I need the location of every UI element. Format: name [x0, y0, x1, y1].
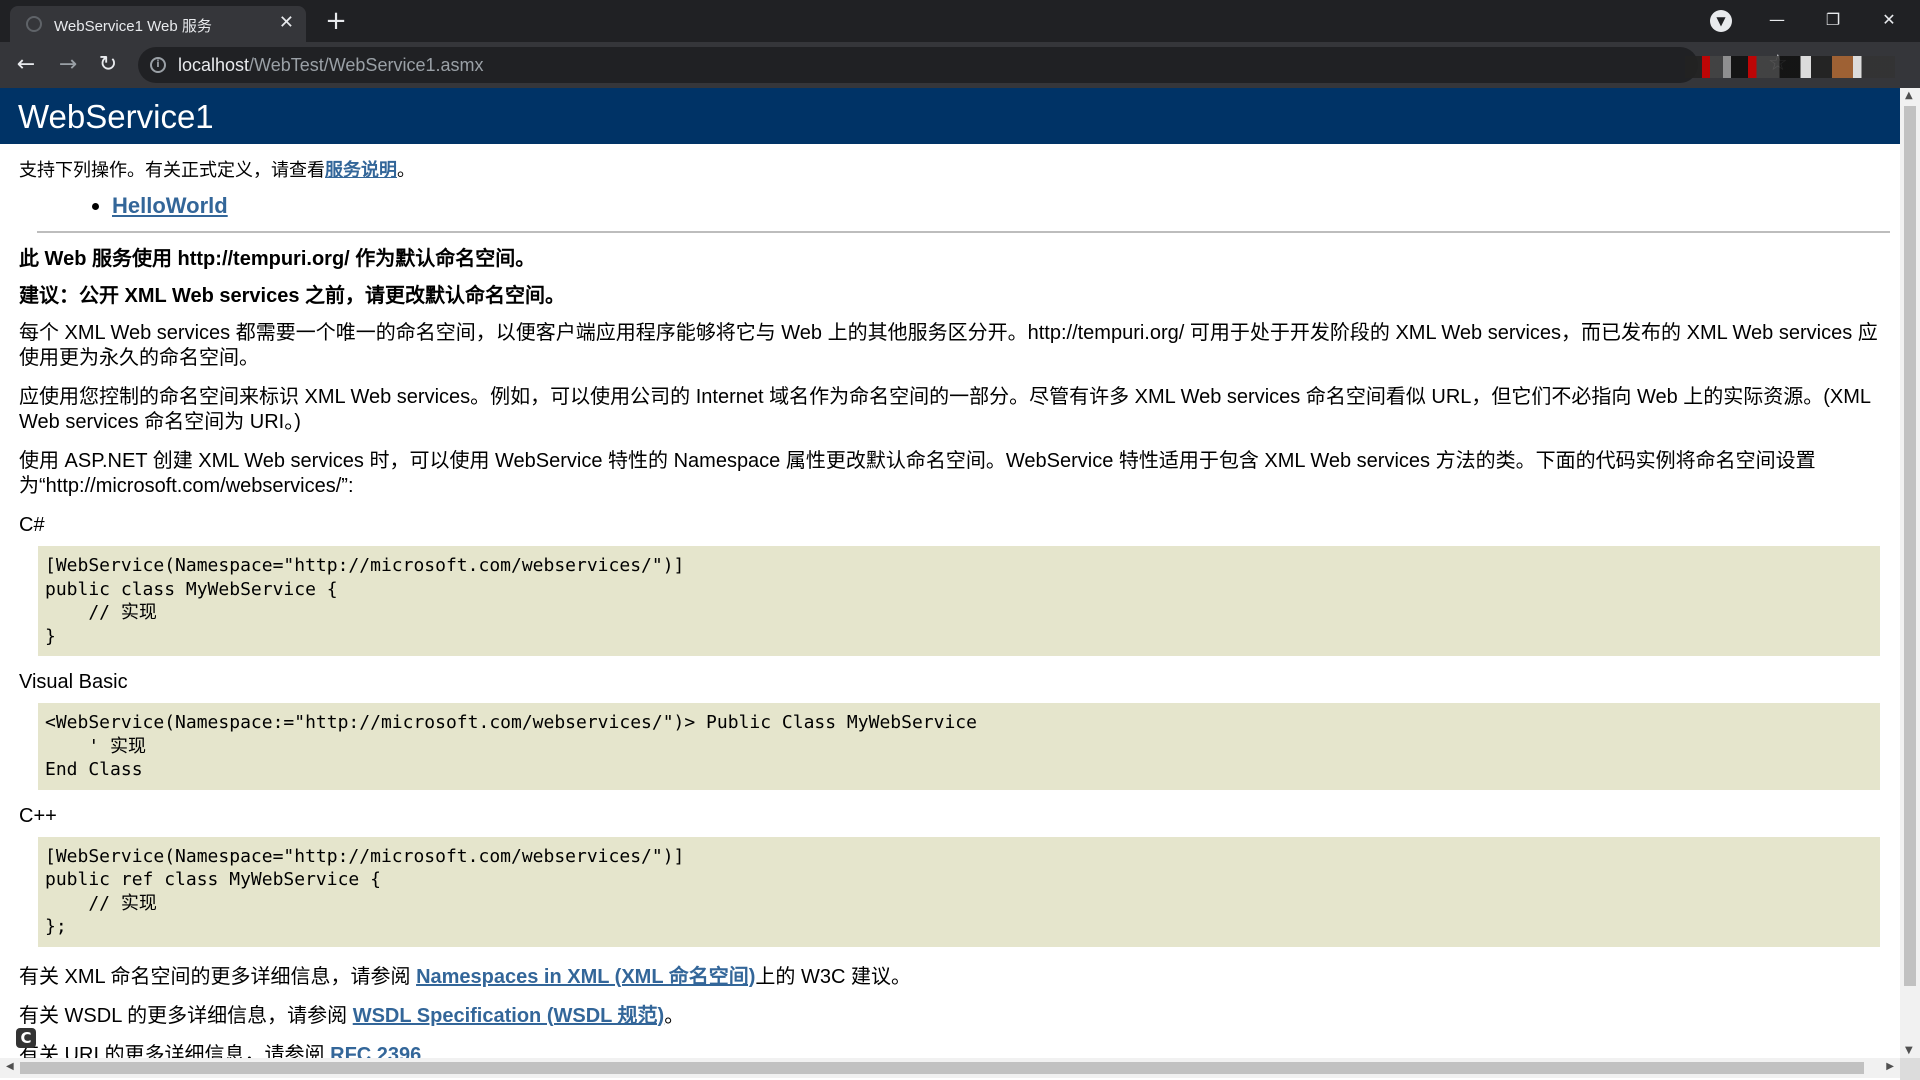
intro-prefix: 支持下列操作。有关正式定义，请查看: [19, 160, 325, 180]
xml-namespaces-note: 有关 XML 命名空间的更多详细信息，请参阅 Namespaces in XML…: [19, 965, 1890, 990]
page-viewport: WebService1 支持下列操作。有关正式定义，请查看服务说明。 Hello…: [0, 88, 1900, 1058]
scroll-down-icon[interactable]: ▼: [1905, 1045, 1913, 1056]
download-icon[interactable]: ▼: [1710, 10, 1732, 32]
namespace-paragraph-2: 应使用您控制的命名空间来标识 XML Web services。例如，可以使用公…: [19, 386, 1871, 433]
wsdl-suffix: 。: [664, 1004, 685, 1027]
address-bar[interactable]: i localhost/WebTest/WebService1.asmx ☆: [138, 47, 1788, 83]
code-lang-label-vb: Visual Basic: [19, 671, 128, 693]
vertical-scrollbar[interactable]: ▲ ▼: [1900, 88, 1920, 1058]
horizontal-scroll-thumb[interactable]: [20, 1062, 1864, 1074]
code-sample-cpp: [WebService(Namespace="http://microsoft.…: [38, 836, 1880, 947]
uri-note: 有关 URI 的更多详细信息，请参阅 RFC 2396: [19, 1043, 1890, 1059]
wsdl-note: 有关 WSDL 的更多详细信息，请参阅 WSDL Specification (…: [19, 1004, 1890, 1029]
service-description-link[interactable]: 服务说明: [325, 160, 397, 180]
default-namespace-note: 此 Web 服务使用 http://tempuri.org/ 作为默认命名空间。: [19, 248, 536, 270]
reload-icon[interactable]: ↻: [92, 50, 124, 80]
new-tab-button[interactable]: +: [320, 8, 352, 36]
intro-text: 支持下列操作。有关正式定义，请查看服务说明。: [19, 144, 1890, 183]
intro-suffix: 。: [397, 160, 415, 180]
page-content: 支持下列操作。有关正式定义，请查看服务说明。 HelloWorld 此 Web …: [0, 144, 1900, 1058]
browser-tab[interactable]: WebService1 Web 服务 ✕: [10, 6, 306, 42]
restore-button[interactable]: ❐: [1810, 0, 1856, 42]
tab-close-icon[interactable]: ✕: [279, 13, 294, 33]
scroll-right-icon[interactable]: ▶: [1886, 1061, 1894, 1072]
namespace-paragraph-3: 使用 ASP.NET 创建 XML Web services 时，可以使用 We…: [19, 450, 1816, 497]
wsdl-specification-link[interactable]: WSDL Specification (WSDL 规范): [353, 1005, 665, 1027]
minimize-button[interactable]: —: [1754, 0, 1800, 42]
code-sample-vb: <WebService(Namespace:="http://microsoft…: [38, 703, 1880, 790]
code-lang-label-cpp: C++: [19, 804, 57, 827]
xml-ns-prefix: 有关 XML 命名空间的更多详细信息，请参阅: [19, 965, 417, 988]
list-item: HelloWorld: [112, 193, 1890, 219]
rfc-2396-link[interactable]: RFC 2396: [330, 1044, 421, 1059]
horizontal-scrollbar[interactable]: ◀ ▶: [0, 1058, 1900, 1078]
tab-title: WebService1 Web 服务: [54, 18, 212, 35]
loading-favicon-icon: [26, 16, 42, 32]
close-window-button[interactable]: ✕: [1866, 0, 1912, 42]
wsdl-prefix: 有关 WSDL 的更多详细信息，请参阅: [19, 1004, 353, 1027]
page-title: WebService1: [0, 88, 1900, 144]
back-arrow-icon[interactable]: ←: [10, 50, 42, 80]
extensions-area[interactable]: [1685, 56, 1895, 78]
vertical-scroll-thumb[interactable]: [1904, 106, 1916, 986]
overlay-c-icon[interactable]: C: [16, 1028, 36, 1048]
browser-toolbar: ← → ↻ i localhost/WebTest/WebService1.as…: [0, 42, 1920, 88]
scrollbar-corner: [1900, 1058, 1920, 1080]
namespace-paragraph-1: 每个 XML Web services 都需要一个唯一的命名空间，以便客户端应用…: [19, 322, 1878, 369]
scroll-up-icon[interactable]: ▲: [1905, 90, 1913, 101]
code-lang-label-csharp: C#: [19, 514, 45, 536]
url-text: localhost/WebTest/WebService1.asmx: [178, 55, 483, 76]
code-sample-csharp: [WebService(Namespace="http://microsoft.…: [38, 546, 1880, 656]
namespace-advice: 建议：公开 XML Web services 之前，请更改默认命名空间。: [19, 285, 566, 307]
uri-prefix: 有关 URI 的更多详细信息，请参阅: [19, 1043, 331, 1059]
tab-strip: WebService1 Web 服务 ✕ + ▼ — ❐ ✕: [0, 0, 1920, 42]
forward-arrow-icon[interactable]: →: [52, 50, 84, 80]
divider: [37, 231, 1890, 233]
scroll-left-icon[interactable]: ◀: [6, 1061, 14, 1072]
url-path: /WebTest/WebService1.asmx: [249, 55, 484, 75]
site-info-icon[interactable]: i: [150, 57, 166, 73]
operation-link-helloworld[interactable]: HelloWorld: [112, 193, 228, 218]
url-host: localhost: [178, 55, 250, 75]
operations-list: HelloWorld: [19, 193, 1890, 219]
xml-ns-suffix: 上的 W3C 建议。: [755, 965, 911, 988]
namespaces-in-xml-link[interactable]: Namespaces in XML (XML 命名空间): [416, 966, 755, 988]
